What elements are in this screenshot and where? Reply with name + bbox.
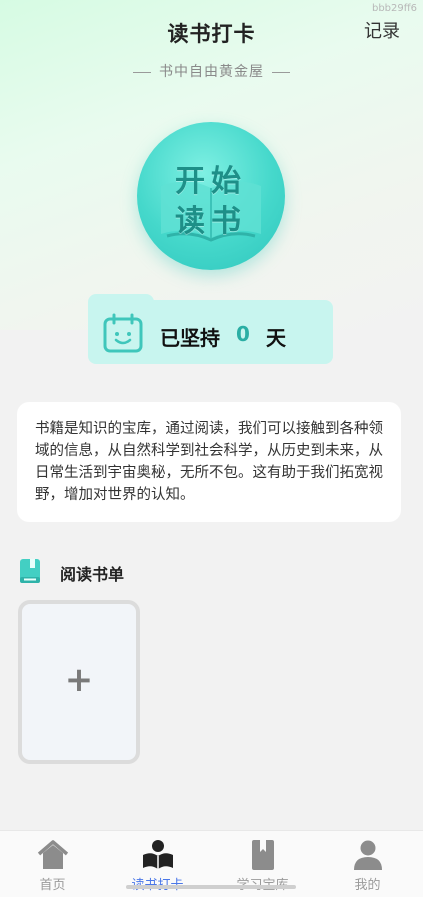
tab-reading-label: 读书打卡 xyxy=(105,874,210,893)
home-icon xyxy=(37,840,69,869)
page-title: 读书打卡 xyxy=(167,22,256,46)
streak-card: 已坚持 0 天 xyxy=(88,294,333,364)
dash-right xyxy=(272,71,290,73)
streak-count: 0 xyxy=(236,322,250,346)
start-label-line2: 读书 xyxy=(175,204,247,239)
start-reading-button[interactable]: 开始 读书 xyxy=(137,122,285,270)
tab-study-label: 学习宝库 xyxy=(210,874,315,893)
description-text: 书籍是知识的宝库，通过阅读，我们可以接触到各种领域的信息，从自然科学到社会科学，… xyxy=(35,421,383,503)
streak-card-tab xyxy=(88,294,154,310)
plus-icon: + xyxy=(64,660,94,700)
dash-left xyxy=(133,71,151,73)
tab-home[interactable]: 首页 xyxy=(0,831,105,897)
tab-profile-label: 我的 xyxy=(354,878,381,893)
calendar-icon xyxy=(103,313,143,353)
reading-icon xyxy=(143,840,173,869)
home-indicator xyxy=(126,885,296,889)
tab-profile[interactable]: 我的 xyxy=(315,831,420,897)
watermark: bbb29ff6 xyxy=(371,3,417,14)
subtitle-text: 书中自由黄金屋 xyxy=(159,64,264,80)
streak-label: 已坚持 xyxy=(160,326,220,350)
record-button[interactable]: 记录 xyxy=(364,17,400,43)
add-book-button[interactable]: + xyxy=(18,600,140,764)
page-subtitle: 书中自由黄金屋 xyxy=(0,61,423,81)
user-icon xyxy=(354,840,382,870)
book-list-icon xyxy=(20,559,40,583)
streak-unit: 天 xyxy=(266,326,286,350)
start-label-line1: 开始 xyxy=(175,164,247,199)
tab-home-label: 首页 xyxy=(39,878,66,893)
reading-list-title: 阅读书单 xyxy=(60,565,125,584)
description-card: 书籍是知识的宝库，通过阅读，我们可以接触到各种领域的信息，从自然科学到社会科学，… xyxy=(17,402,401,522)
book-icon xyxy=(252,840,274,870)
